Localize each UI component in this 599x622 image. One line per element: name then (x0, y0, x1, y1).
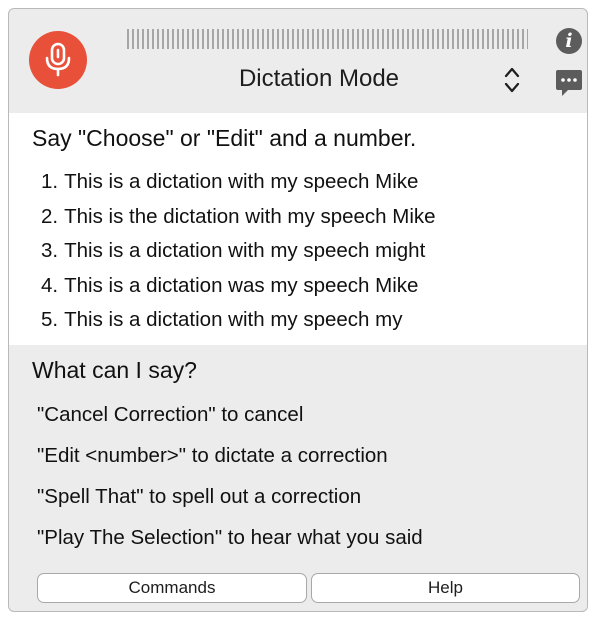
up-down-chevron-icon[interactable] (501, 63, 523, 97)
hint-item: "Cancel Correction" to cancel (37, 403, 304, 426)
candidate-text: This is a dictation was my speech Mike (64, 273, 419, 297)
dictation-window: Dictation Mode i Say "Choose" or "Edit" … (8, 8, 588, 612)
help-button[interactable]: Help (311, 573, 580, 603)
speech-bubble-icon[interactable] (554, 67, 584, 99)
candidate-number: 5. (41, 308, 59, 331)
candidate-item[interactable]: 2. This is the dictation with my speech M… (9, 200, 436, 235)
candidate-text: This is a dictation with my speech Mike (64, 170, 419, 193)
results-prompt: Say "Choose" or "Edit" and a number. (32, 125, 417, 151)
window-header: Dictation Mode i (9, 9, 587, 111)
hint-item: "Edit <number>" to dictate a correction (37, 444, 388, 467)
hint-item: "Play The Selection" to hear what you sa… (37, 526, 423, 549)
commands-button[interactable]: Commands (37, 573, 307, 603)
candidate-number: 1. (41, 170, 59, 193)
microphone-button[interactable] (29, 31, 87, 89)
candidate-item[interactable]: 1. This is a dictation with my speech Mik… (9, 165, 436, 200)
info-icon[interactable]: i (556, 28, 582, 54)
candidate-number: 2. (41, 204, 59, 228)
candidate-item[interactable]: 5. This is a dictation with my speech my (9, 303, 436, 338)
candidate-number: 4. (41, 273, 59, 297)
candidate-text: This is a dictation with my speech might (64, 239, 426, 262)
candidate-item[interactable]: 4. This is a dictation was my speech Mike (9, 269, 436, 304)
mode-label: Dictation Mode (238, 65, 400, 92)
candidate-number: 3. (41, 239, 59, 262)
hint-item: "Spell That" to spell out a correction (37, 485, 362, 508)
candidate-text: This is a dictation with my speech my (64, 308, 403, 331)
results-panel: Say "Choose" or "Edit" and a number. 1. T… (9, 113, 587, 345)
candidate-item[interactable]: 3. This is a dictation with my speech mig… (9, 234, 436, 269)
hint-list: "Cancel Correction" to cancel "Edit <num… (37, 401, 423, 565)
audio-level-meter (127, 29, 528, 49)
microphone-icon (45, 42, 71, 77)
candidate-text: This is the dictation with my speech Mik… (64, 204, 436, 228)
help-title: What can I say? (32, 357, 197, 383)
candidate-list: 1. This is a dictation with my speech Mik… (9, 165, 436, 338)
